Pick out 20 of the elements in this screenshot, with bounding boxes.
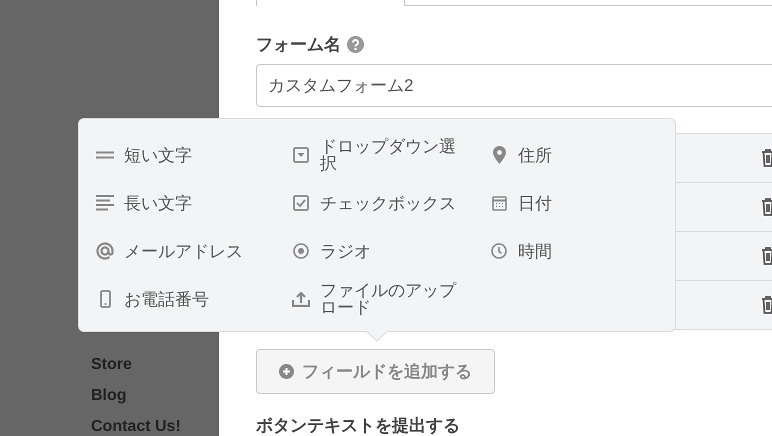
menu-item[interactable]: 時間 — [518, 242, 552, 260]
trash-icon[interactable] — [761, 246, 772, 266]
trash-icon[interactable] — [761, 295, 772, 314]
trash-icon[interactable] — [761, 197, 772, 216]
menu-item[interactable]: 日付 — [518, 194, 552, 212]
field-label: ボタンテキストを提出する — [256, 416, 461, 436]
trash-icon[interactable] — [761, 148, 772, 168]
help-icon[interactable] — [347, 36, 364, 54]
menu-item[interactable]: 短い文字 — [124, 146, 192, 164]
menu-item[interactable]: お電話番号 — [124, 290, 209, 308]
menu-item[interactable]: 住所 — [518, 146, 552, 164]
field-label: フォーム名 — [256, 34, 341, 55]
menu-item[interactable]: ドロップダウン選択 — [320, 138, 462, 172]
menu-item[interactable]: ファイルのアップロード — [320, 282, 462, 316]
name-input[interactable]: カスタムフォーム2 — [256, 64, 772, 107]
menu-item[interactable]: メールアドレス — [124, 242, 243, 260]
menu-item[interactable]: チェックボックス — [320, 194, 456, 212]
menu-item[interactable]: 長い文字 — [124, 194, 192, 212]
menu-item[interactable]: ラジオ — [320, 242, 371, 260]
plus-icon — [279, 364, 294, 379]
